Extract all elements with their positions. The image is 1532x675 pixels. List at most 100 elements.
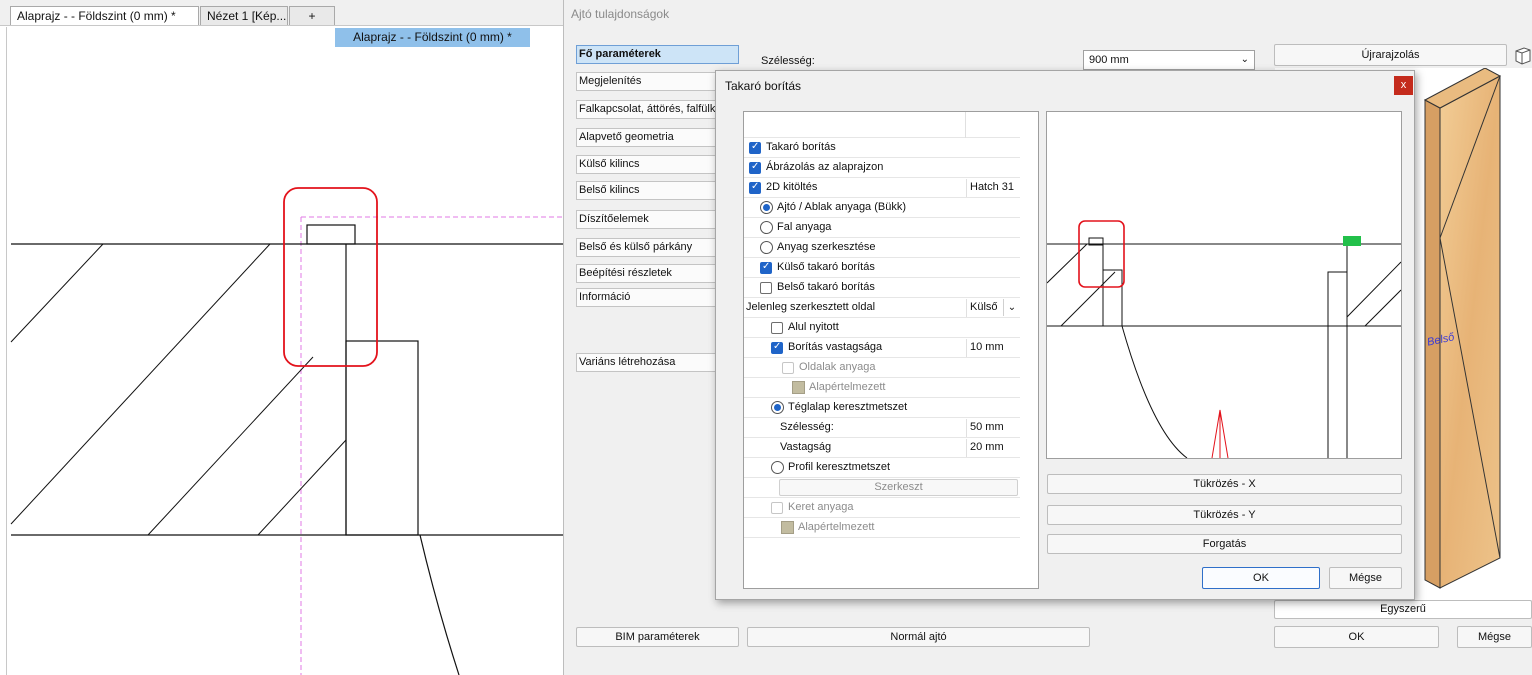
normal-door-button[interactable]: Normál ajtó <box>747 627 1090 647</box>
dialog-title: Ajtó tulajdonságok <box>571 7 670 21</box>
ok-button[interactable]: OK <box>1274 626 1439 648</box>
nav-outer-handle[interactable]: Külső kilincs <box>576 155 716 174</box>
list-header <box>744 112 1020 138</box>
row-label: 2D kitöltés <box>766 181 818 193</box>
row-label: Takaró borítás <box>766 141 836 153</box>
chevron-down-icon: ⌄ <box>1003 299 1020 316</box>
material-swatch <box>792 381 805 394</box>
row-cover-thickness[interactable]: Borítás vastagsága 10 mm <box>744 338 1020 358</box>
radio-button[interactable] <box>760 241 773 254</box>
row-open-bottom[interactable]: Alul nyitott <box>744 318 1020 338</box>
row-frame-default-material: Alapértelmezett <box>744 518 1020 538</box>
drawing-canvas[interactable] <box>6 27 564 675</box>
section-width-value[interactable]: 50 mm <box>966 419 1020 437</box>
checkbox[interactable] <box>771 322 783 334</box>
row-edited-side[interactable]: Jelenleg szerkesztett oldal Külső ⌄ <box>744 298 1020 318</box>
floor-plan-drawing <box>10 187 564 675</box>
row-label: Alapértelmezett <box>798 521 875 533</box>
add-tab-button[interactable]: + <box>289 6 335 25</box>
row-inner-cover[interactable]: Belső takaró borítás <box>744 278 1020 298</box>
width-value: 900 mm <box>1089 54 1129 66</box>
row-label: Belső takaró borítás <box>777 281 875 293</box>
row-profile-section[interactable]: Profil keresztmetszet <box>744 458 1020 478</box>
row-label: Keret anyaga <box>788 501 854 513</box>
side-value: Külső <box>970 301 998 313</box>
row-sides-material: Oldalak anyaga <box>744 358 1020 378</box>
simple-mode-button[interactable]: Egyszerű <box>1274 600 1532 619</box>
document-tab-bar: Alaprajz - - Földszint (0 mm) * Nézet 1 … <box>0 0 563 26</box>
row-show-in-plan[interactable]: Ábrázolás az alaprajzon <box>744 158 1020 178</box>
checkbox <box>771 502 783 514</box>
row-label: Vastagság <box>780 441 832 453</box>
nav-inner-handle[interactable]: Belső kilincs <box>576 181 716 200</box>
hatch-value[interactable]: Hatch 31 <box>966 179 1020 197</box>
radio-button[interactable] <box>771 401 784 414</box>
width-label: Szélesség: <box>761 55 815 67</box>
radio-button[interactable] <box>760 201 773 214</box>
nav-display[interactable]: Megjelenítés <box>576 72 716 91</box>
checkbox[interactable] <box>749 181 761 194</box>
row-cover-trim[interactable]: Takaró borítás <box>744 138 1020 158</box>
row-label: Külső takaró borítás <box>777 261 875 273</box>
section-preview-drawing <box>1047 220 1401 458</box>
row-label: Alul nyitott <box>788 321 839 333</box>
redraw-button[interactable]: Újrarajzolás <box>1274 44 1507 66</box>
width-select[interactable]: 900 mm ⌄ <box>1083 50 1255 70</box>
row-label: Ábrázolás az alaprajzon <box>766 161 884 173</box>
thickness-value[interactable]: 10 mm <box>966 339 1020 357</box>
cancel-button[interactable]: Mégse <box>1457 626 1532 648</box>
nav-basic-geometry[interactable]: Alapvető geometria <box>576 128 716 147</box>
radio-button[interactable] <box>771 461 784 474</box>
edit-profile-button: Szerkeszt <box>779 479 1018 496</box>
section-thickness-value[interactable]: 20 mm <box>966 439 1020 457</box>
material-swatch <box>781 521 794 534</box>
view-3d-icon[interactable] <box>1512 45 1532 65</box>
cover-cancel-button[interactable]: Mégse <box>1329 567 1402 589</box>
row-label: Anyag szerkesztése <box>777 241 876 253</box>
row-section-thickness[interactable]: Vastagság 20 mm <box>744 438 1020 458</box>
nav-installation-details[interactable]: Beépítési részletek <box>576 264 716 283</box>
checkbox[interactable] <box>760 282 772 294</box>
bim-parameters-button[interactable]: BIM paraméterek <box>576 627 739 647</box>
row-label: Jelenleg szerkesztett oldal <box>746 301 876 313</box>
nav-wall-connection[interactable]: Falkapcsolat, áttörés, falfülke <box>576 100 716 119</box>
nav-sills[interactable]: Belső és külső párkány <box>576 238 716 257</box>
nav-main-parameters[interactable]: Fő paraméterek <box>576 45 739 64</box>
row-wall-material[interactable]: Fal anyaga <box>744 218 1020 238</box>
row-label: Profil keresztmetszet <box>788 461 891 473</box>
chevron-down-icon: ⌄ <box>1240 54 1249 65</box>
row-edit-material[interactable]: Anyag szerkesztése <box>744 238 1020 258</box>
tab-floor-plan[interactable]: Alaprajz - - Földszint (0 mm) * <box>10 6 199 25</box>
cover-preview <box>1046 111 1402 459</box>
checkbox[interactable] <box>760 261 772 274</box>
cover-ok-button[interactable]: OK <box>1202 567 1320 589</box>
row-label: Ajtó / Ablak anyaga (Bükk) <box>777 201 907 213</box>
row-door-material[interactable]: Ajtó / Ablak anyaga (Bükk) <box>744 198 1020 218</box>
checkbox[interactable] <box>749 141 761 154</box>
row-2d-fill[interactable]: 2D kitöltés Hatch 31 <box>744 178 1020 198</box>
row-outer-cover[interactable]: Külső takaró borítás <box>744 258 1020 278</box>
cover-dialog-title: Takaró borítás <box>725 79 802 93</box>
row-frame-material: Keret anyaga <box>744 498 1020 518</box>
radio-button[interactable] <box>760 221 773 234</box>
row-edit-profile: Szerkeszt <box>744 478 1020 498</box>
rotate-button[interactable]: Forgatás <box>1047 534 1402 554</box>
row-label: Oldalak anyaga <box>799 361 876 373</box>
row-default-material: Alapértelmezett <box>744 378 1020 398</box>
row-section-width[interactable]: Szélesség: 50 mm <box>744 418 1020 438</box>
close-icon[interactable]: x <box>1394 76 1413 95</box>
nav-information[interactable]: Információ <box>576 288 716 307</box>
row-label: Szélesség: <box>780 421 834 433</box>
nav-create-variant[interactable]: Variáns létrehozása <box>576 353 716 372</box>
view-label: Alaprajz - - Földszint (0 mm) * <box>335 28 530 47</box>
checkbox <box>782 362 794 374</box>
row-label: Alapértelmezett <box>809 381 886 393</box>
mirror-y-button[interactable]: Tükrözés - Y <box>1047 505 1402 525</box>
tab-view-1[interactable]: Nézet 1 [Kép... <box>200 6 288 25</box>
side-select[interactable]: Külső ⌄ <box>966 299 1020 317</box>
nav-decorations[interactable]: Díszítőelemek <box>576 210 716 229</box>
checkbox[interactable] <box>749 161 761 174</box>
row-rect-section[interactable]: Téglalap keresztmetszet <box>744 398 1020 418</box>
checkbox[interactable] <box>771 341 783 354</box>
mirror-x-button[interactable]: Tükrözés - X <box>1047 474 1402 494</box>
